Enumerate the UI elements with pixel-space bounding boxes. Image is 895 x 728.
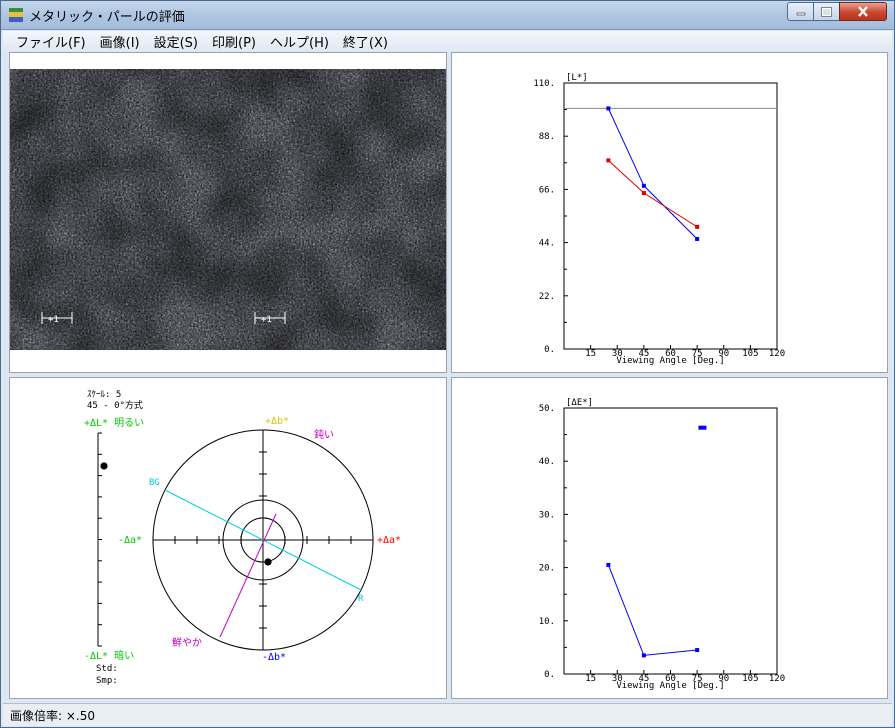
data-point (641, 191, 646, 196)
y-tick-label: 10. (539, 617, 555, 627)
dull-label: 鈍い (314, 428, 334, 441)
series-line (607, 108, 698, 240)
plot-frame (563, 82, 778, 350)
y-tick-label: 40. (539, 457, 555, 467)
menu-print[interactable]: 印刷(P) (212, 32, 256, 51)
plus-db-label: +Δb* (265, 416, 289, 427)
vivid-label: 鮮やか (172, 636, 202, 649)
data-point (606, 106, 611, 111)
title-bar[interactable]: メタリック・パールの評価 (1, 1, 894, 30)
menu-bar: ファイル(F) 画像(I) 設定(S) 印刷(P) ヘルプ(H) 終了(X) (3, 31, 892, 51)
y-tick-label: 0. (544, 670, 555, 680)
data-point (695, 648, 700, 653)
y-tick-label: 20. (539, 564, 555, 574)
y-tick-label: 22. (539, 292, 555, 302)
x-tick-label: 120 (769, 349, 785, 359)
x-tick-label: 30 (612, 349, 623, 359)
y-tick-label: 30. (539, 510, 555, 520)
data-point (698, 425, 707, 430)
series-line (608, 160, 698, 228)
x-tick-label: 90 (718, 674, 729, 684)
menu-exit[interactable]: 終了(X) (343, 32, 388, 51)
x-tick-label: 15 (585, 349, 596, 359)
x-tick-label: 120 (769, 674, 785, 684)
plot-frame (563, 407, 778, 675)
minus-db-label: -Δb* (262, 652, 286, 663)
scale-marker-left-label: +1 (48, 315, 59, 325)
data-point (606, 158, 611, 163)
r-label: R (358, 594, 364, 604)
app-window: メタリック・パールの評価 ファイル(F) 画像(I) 設定(S) 印刷(P) ヘ… (0, 0, 895, 728)
minimize-button[interactable] (787, 2, 814, 21)
dl-marker (100, 462, 108, 470)
data-point (641, 653, 646, 658)
x-tick-label: 105 (742, 349, 758, 359)
x-tick-label: 45 (638, 349, 649, 359)
y-tick-label: 44. (539, 239, 555, 249)
metallic-texture-image: +1 +1 (10, 53, 446, 372)
delta-e-chart: [ΔE*]Viewing Angle [Deg.]0.10.20.30.40.5… (539, 398, 785, 691)
x-tick-label: 90 (718, 349, 729, 359)
data-point (606, 562, 611, 567)
y-tick-label: 0. (544, 345, 555, 355)
lstar-chart: [L*]Viewing Angle [Deg.]0.22.44.66.88.11… (533, 73, 785, 366)
std-label: Std: (96, 664, 118, 674)
menu-image[interactable]: 画像(I) (100, 32, 140, 51)
y-axis-label: [ΔE*] (566, 398, 593, 408)
window-title: メタリック・パールの評価 (29, 10, 185, 25)
x-tick-label: 60 (665, 349, 676, 359)
close-button[interactable] (839, 2, 887, 21)
sample-marker (264, 558, 272, 566)
minus-da-label: -Δa* (118, 535, 142, 546)
x-tick-label: 75 (692, 349, 703, 359)
app-icon (9, 8, 23, 22)
status-bar: 画像倍率: ×.50 (3, 703, 892, 726)
minus-dl-label: -ΔL* 暗い (84, 649, 134, 662)
y-tick-label: 110. (533, 79, 555, 89)
menu-help[interactable]: ヘルプ(H) (270, 32, 329, 51)
menu-file[interactable]: ファイル(F) (16, 32, 86, 51)
close-icon (858, 6, 868, 17)
x-tick-label: 45 (638, 674, 649, 684)
data-point (695, 224, 700, 229)
x-tick-label: 75 (692, 674, 703, 684)
image-panel: +1 +1 (9, 52, 447, 373)
maximize-icon (821, 6, 832, 17)
delta-e-chart-panel: [ΔE*] Viewing Angle [Deg.] 0. 10. 20. 30. 40. 5… (451, 377, 888, 699)
method-text: 45 - 0°方式 (87, 399, 143, 411)
series-line (607, 564, 698, 656)
color-polar-panel: ｽｹｰﾙ: 5 45 - 0°方式 +ΔL* 明るい -ΔL* 暗い Std: … (9, 377, 447, 699)
lstar-chart-panel: [L*] Viewing Angle [Deg.] 0. 22. 44. 66. 88. 11… (451, 52, 888, 373)
y-tick-label: 88. (539, 132, 555, 142)
scale-text: ｽｹｰﾙ: 5 (87, 389, 121, 400)
scale-marker-right-label: +1 (261, 315, 272, 325)
data-point (641, 183, 646, 188)
color-polar-chart: ｽｹｰﾙ: 5 45 - 0°方式 +ΔL* 明るい -ΔL* 暗い Std: … (84, 389, 401, 686)
y-tick-label: 50. (539, 404, 555, 414)
data-point (695, 236, 700, 241)
x-tick-label: 60 (665, 674, 676, 684)
y-tick-label: 66. (539, 185, 555, 195)
plus-da-label: +Δa* (377, 535, 401, 546)
y-axis-label: [L*] (566, 73, 588, 83)
status-text: 画像倍率: ×.50 (10, 709, 95, 723)
maximize-button[interactable] (813, 2, 840, 21)
smp-label: Smp: (96, 676, 118, 686)
x-tick-label: 105 (742, 674, 758, 684)
minimize-icon (796, 12, 805, 15)
x-tick-label: 30 (612, 674, 623, 684)
plus-dl-label: +ΔL* 明るい (84, 417, 144, 429)
x-tick-label: 15 (585, 674, 596, 684)
bg-label: BG (149, 478, 160, 488)
menu-settings[interactable]: 設定(S) (154, 32, 198, 51)
